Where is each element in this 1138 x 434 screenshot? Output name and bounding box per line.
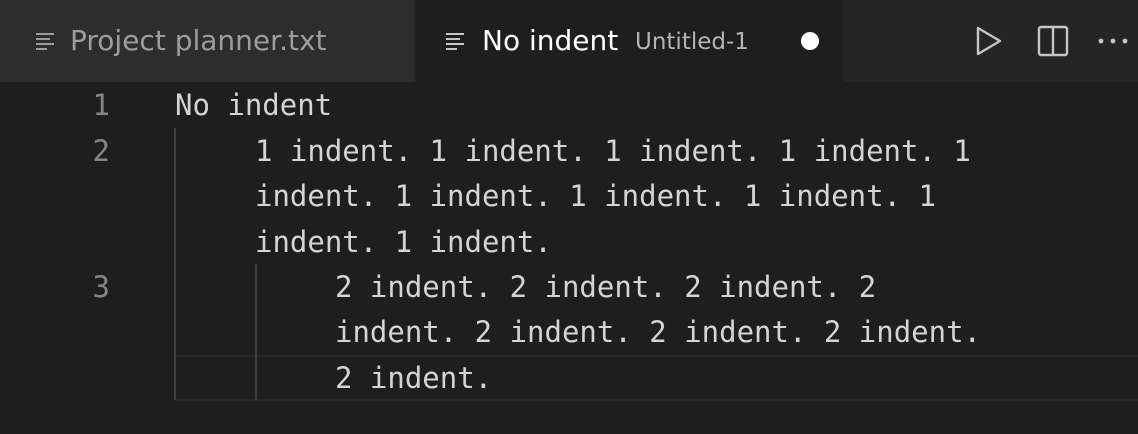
code-line: 2 indent. — [335, 361, 493, 395]
run-icon[interactable] — [971, 24, 1005, 58]
line-number: 1 — [92, 88, 110, 122]
unsaved-changes-dot-icon[interactable] — [801, 32, 819, 50]
code-line: 2 indent. 2 indent. 2 indent. 2 — [335, 270, 877, 304]
tab-label: Project planner.txt — [70, 24, 327, 57]
file-text-icon — [36, 33, 54, 50]
line-number: 3 — [92, 270, 110, 304]
indent-guide-level-2 — [255, 264, 257, 400]
editor[interactable]: 1 2 3 No indent 1 indent. 1 indent. 1 in… — [0, 82, 1138, 434]
tab-project-planner[interactable]: Project planner.txt — [0, 0, 414, 82]
file-text-icon — [446, 33, 464, 50]
indent-guide-level-1 — [174, 128, 176, 400]
tab-label: No indent — [482, 24, 619, 57]
more-actions-icon[interactable] — [1096, 24, 1130, 58]
current-line-highlight — [175, 355, 1138, 401]
tab-bar: Project planner.txt No indent Untitled-1 — [0, 0, 1138, 82]
code-line: 1 indent. 1 indent. 1 indent. 1 indent. … — [255, 134, 971, 168]
split-editor-icon[interactable] — [1036, 24, 1070, 58]
code-line: indent. 1 indent. 1 indent. 1 indent. 1 — [255, 179, 936, 213]
code-line: indent. 2 indent. 2 indent. 2 indent. — [335, 315, 982, 349]
tab-no-indent[interactable]: No indent Untitled-1 — [416, 0, 843, 82]
tab-description: Untitled-1 — [635, 29, 749, 55]
code-line: indent. 1 indent. — [255, 225, 552, 259]
line-number: 2 — [92, 134, 110, 168]
code-line: No indent — [175, 88, 333, 122]
